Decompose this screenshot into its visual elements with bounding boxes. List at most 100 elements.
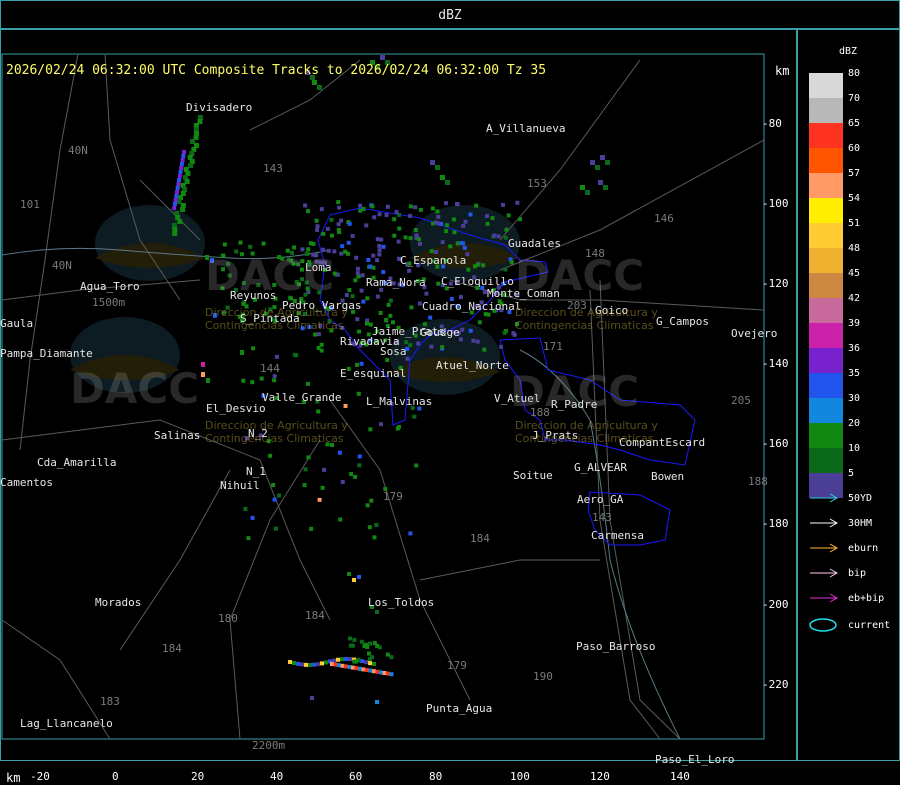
echo-cell — [429, 344, 434, 349]
echo-cell — [603, 185, 608, 190]
track-label: bip — [848, 568, 867, 579]
echo-cell — [367, 641, 372, 646]
echo-cell — [408, 213, 413, 218]
place-label: C_Espanola — [400, 254, 467, 267]
track-label: 50YD — [848, 493, 873, 504]
echo-cell — [325, 226, 330, 231]
product-title: dBZ — [438, 8, 462, 23]
echo-cell — [443, 201, 448, 206]
echo-cell — [361, 299, 366, 304]
echo-cell — [389, 655, 394, 660]
echo-cell — [379, 237, 384, 242]
echo-cell — [375, 643, 380, 648]
echo-cell — [344, 657, 348, 662]
legend-title: dBZ — [839, 46, 858, 57]
legend-swatch — [809, 173, 843, 198]
echo-cell — [367, 651, 372, 656]
legend-value: 36 — [848, 343, 861, 354]
track-legend-item: eburn — [808, 542, 878, 554]
echo-cell — [261, 241, 266, 246]
echo-cell — [357, 329, 362, 334]
echo-cell — [360, 273, 365, 278]
legend-swatch — [809, 348, 843, 373]
echo-cell — [414, 463, 419, 468]
echo-cell — [412, 414, 417, 419]
place-label: Cuadro_Nacional — [422, 300, 522, 313]
echo-cell — [368, 264, 373, 269]
echo-cell — [206, 378, 210, 383]
echo-cell — [347, 572, 351, 576]
echo-cell — [354, 659, 359, 664]
track-label: eburn — [848, 543, 879, 554]
echo-cell — [407, 268, 412, 273]
echo-cell — [172, 206, 177, 210]
echo-cell — [424, 291, 429, 296]
echo-cell — [388, 313, 393, 318]
echo-cell — [451, 217, 456, 222]
legend-value: 54 — [848, 193, 861, 204]
echo-cell — [182, 150, 186, 154]
echo-cell — [468, 328, 473, 333]
y-tick-label: -100 — [762, 197, 789, 210]
watermark-tagline: Direccion de Agricultura y Contingencias… — [515, 306, 658, 332]
track-label: 30HM — [848, 518, 873, 529]
echo-cell — [332, 658, 336, 663]
place-label: Paso_El_Loro — [655, 753, 735, 766]
echo-cell — [394, 210, 399, 215]
legend-swatch — [809, 73, 843, 98]
echo-cell — [348, 643, 353, 648]
radar-map[interactable]: 2026/02/24 06:32:00 UTC Composite Tracks… — [0, 29, 797, 785]
echo-cell — [375, 610, 379, 614]
y-tick-label: -160 — [762, 437, 789, 450]
echo-cell — [367, 525, 372, 530]
echo-cell — [444, 223, 449, 228]
echo-cell — [436, 214, 441, 219]
echo-cell — [351, 665, 355, 670]
echo-cell — [590, 160, 595, 165]
echo-cell — [259, 376, 264, 381]
legend-value: 35 — [848, 368, 861, 379]
watermark-brand: DACC — [510, 367, 640, 416]
echo-cell — [336, 222, 341, 227]
echo-cell — [384, 317, 389, 322]
echo-cell — [175, 186, 180, 190]
echo-cell — [172, 231, 178, 236]
echo-cell — [444, 229, 449, 234]
route-number: 179 — [383, 490, 403, 503]
echo-cell — [352, 637, 357, 642]
echo-cell — [385, 652, 390, 657]
echo-cell — [315, 224, 320, 229]
echo-cell — [368, 661, 372, 666]
echo-cell — [377, 243, 382, 248]
y-tick-label: -120 — [762, 277, 789, 290]
echo-cell — [455, 241, 460, 246]
echo-cell — [308, 241, 313, 246]
echo-cell — [172, 202, 177, 206]
place-label: Divisadero — [186, 101, 253, 114]
arrow-icon — [810, 518, 839, 528]
echo-cell — [375, 669, 380, 674]
echo-cell — [372, 535, 377, 540]
echo-cell — [485, 214, 490, 219]
echo-cell — [361, 206, 366, 211]
echo-cell — [413, 205, 418, 210]
legend-swatch — [809, 398, 843, 423]
legend-value: 80 — [848, 68, 861, 79]
echo-cell — [316, 332, 321, 337]
echo-cell — [312, 80, 317, 85]
watermark-tagline: Direccion de Agricultura y Contingencias… — [205, 419, 348, 445]
echo-cell — [248, 244, 253, 249]
x-tick-label: 60 — [349, 770, 363, 783]
track-legend-item: bip — [808, 567, 866, 579]
echo-cell — [429, 249, 434, 254]
echo-cell — [347, 665, 352, 669]
echo-cell — [440, 345, 445, 350]
echo-cell — [378, 422, 383, 427]
place-label: Nihuil — [220, 479, 260, 492]
legend-swatch — [809, 248, 843, 273]
echo-cell — [343, 249, 348, 254]
place-label: Los_Toldos — [368, 596, 435, 609]
echo-cell — [409, 305, 414, 310]
echo-cell — [306, 455, 311, 460]
echo-cell — [271, 483, 276, 488]
